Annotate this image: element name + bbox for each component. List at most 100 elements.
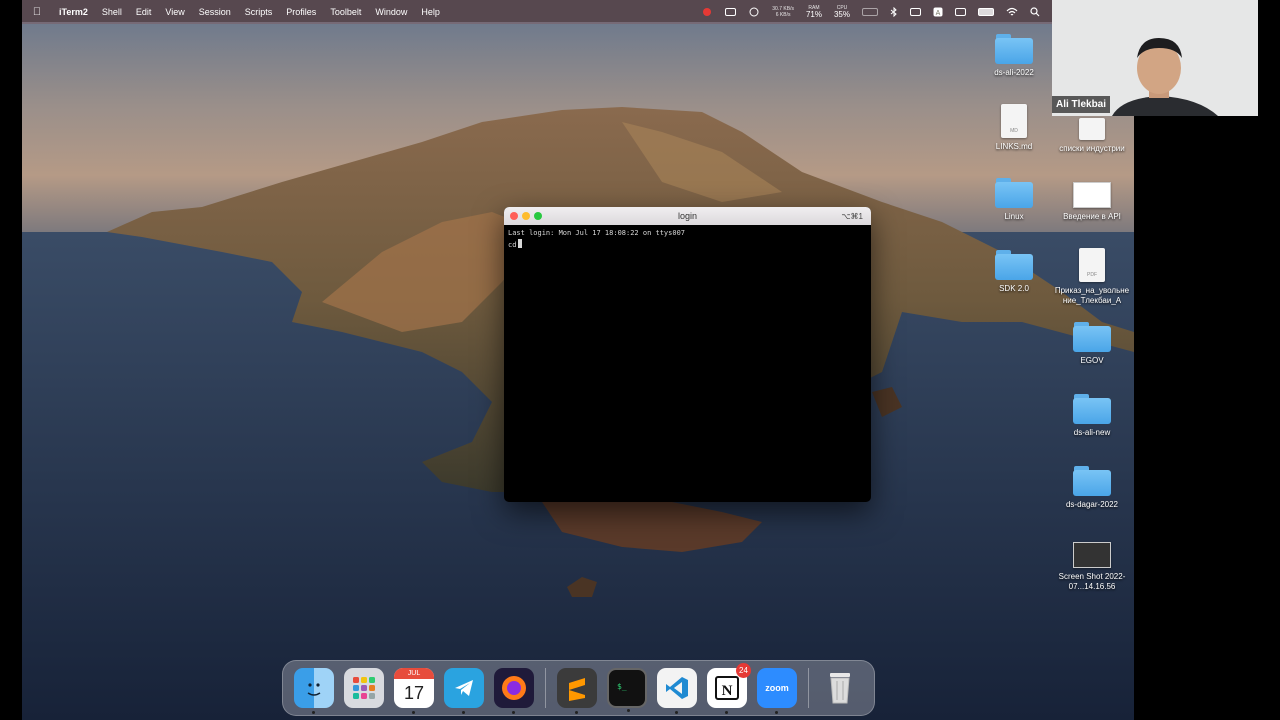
network-monitor[interactable]: 30.7 KB/s 6 KB/s <box>766 6 800 18</box>
zoom-label: zoom <box>765 683 789 693</box>
vscode-icon <box>666 677 688 699</box>
terminal-title: login <box>677 211 697 221</box>
participant-name: Ali Tlekbai <box>1052 96 1111 113</box>
menu-session[interactable]: Session <box>192 7 238 17</box>
desktop-file-vvedenie[interactable]: Введение в API <box>1052 182 1132 222</box>
markdown-file-icon: MD <box>1001 104 1027 138</box>
menu-view[interactable]: View <box>158 7 191 17</box>
close-window-button[interactable] <box>510 212 518 220</box>
dock-vscode[interactable] <box>657 668 697 714</box>
dock-finder[interactable] <box>294 668 334 714</box>
desktop-file-spiski[interactable]: списки индустрии <box>1052 118 1132 154</box>
dock-trash[interactable] <box>820 668 860 708</box>
desktop-folder-ds-ali-2022[interactable]: ds-ali-2022 <box>974 34 1054 78</box>
desktop-folder-ds-ali-new[interactable]: ds-ali-new <box>1052 394 1132 438</box>
notion-icon: N <box>715 676 739 700</box>
minimize-window-button[interactable] <box>522 212 530 220</box>
folder-icon <box>995 178 1033 208</box>
terminal-command-text: cd <box>508 241 517 249</box>
sublime-text-icon <box>569 678 585 701</box>
folder-icon <box>995 250 1033 280</box>
cpu-monitor[interactable]: CPU 35% <box>828 5 856 19</box>
network-down-value: 6 KB/s <box>775 12 791 18</box>
terminal-window[interactable]: login ⌥⌘1 Last login: Mon Jul 17 18:08:2… <box>504 207 871 502</box>
dock-notion[interactable]: N 24 <box>707 663 751 714</box>
dock-telegram[interactable] <box>444 668 484 714</box>
menu-scripts[interactable]: Scripts <box>238 7 280 17</box>
screen-sharing-icon[interactable] <box>904 8 927 16</box>
pdf-file-icon: PDF <box>1079 248 1105 282</box>
desktop-file-screenshot[interactable]: Screen Shot 2022-07...14.16.56 <box>1052 542 1132 592</box>
desktop-folder-linux[interactable]: Linux <box>974 178 1054 222</box>
menu-help[interactable]: Help <box>414 7 447 17</box>
terminal-icon: $_ <box>617 682 627 691</box>
accessibility-status-icon[interactable] <box>742 7 766 17</box>
ram-monitor[interactable]: RAM 71% <box>800 5 828 19</box>
dock: JUL 17 $_ N 24 zoom <box>282 660 875 716</box>
dock-firefox[interactable] <box>494 668 534 714</box>
menu-shell[interactable]: Shell <box>95 7 129 17</box>
apple-menu-icon[interactable]:  <box>22 6 52 18</box>
desktop-file-links-md[interactable]: MD LINKS.md <box>974 104 1054 152</box>
notion-badge: 24 <box>736 663 751 678</box>
bluetooth-icon[interactable] <box>884 7 904 17</box>
document-thumbnail-icon <box>1073 182 1111 208</box>
wifi-icon[interactable] <box>1000 7 1024 17</box>
desktop-folder-ds-dagar[interactable]: ds-dagar-2022 <box>1052 466 1132 510</box>
record-status-icon[interactable] <box>695 7 719 17</box>
menu-edit[interactable]: Edit <box>129 7 159 17</box>
desktop-icon-label: ds-dagar-2022 <box>1065 500 1119 509</box>
launchpad-icon <box>353 677 375 699</box>
ram-label: RAM <box>808 5 820 11</box>
desktop-folder-sdk[interactable]: SDK 2.0 <box>974 250 1054 294</box>
svg-text:$_: $_ <box>617 682 627 691</box>
cpu-value: 35% <box>833 10 850 19</box>
svg-text:N: N <box>722 683 733 699</box>
dock-iterm[interactable]: $_ <box>607 668 647 712</box>
finder-icon <box>307 683 321 696</box>
menu-window[interactable]: Window <box>368 7 414 17</box>
display-icon[interactable] <box>949 8 972 16</box>
calendar-day: 17 <box>403 682 425 703</box>
dock-calendar[interactable]: JUL 17 <box>394 668 434 714</box>
search-icon[interactable] <box>1024 7 1046 17</box>
image-thumbnail-icon <box>1073 542 1111 568</box>
text-input-icon[interactable]: A <box>927 7 949 17</box>
telegram-icon <box>455 680 473 696</box>
desktop-icon-label: ds-ali-new <box>1073 428 1111 437</box>
terminal-content[interactable]: Last login: Mon Jul 17 18:08:22 on ttys0… <box>504 225 871 254</box>
desktop-icon-label: Linux <box>1004 212 1024 221</box>
trash-icon <box>830 673 850 704</box>
menu-app-name[interactable]: iTerm2 <box>52 7 95 17</box>
desktop-file-prikaz[interactable]: PDF Приказ_на_увольнение_Тлекбаи_А <box>1052 248 1132 306</box>
terminal-titlebar[interactable]: login ⌥⌘1 <box>504 207 871 225</box>
firefox-icon <box>502 676 526 700</box>
desktop-folder-egov[interactable]: EGOV <box>1052 322 1132 366</box>
desktop-icon-label: списки индустрии <box>1059 144 1125 153</box>
terminal-cursor <box>518 239 523 248</box>
battery-icon[interactable] <box>972 8 1000 16</box>
document-icon <box>1079 118 1105 140</box>
dock-launchpad[interactable] <box>344 668 384 708</box>
screen:  iTerm2 Shell Edit View Session Scripts… <box>0 0 1280 720</box>
dock-sublime-text[interactable] <box>557 668 597 714</box>
menu-toolbelt[interactable]: Toolbelt <box>323 7 368 17</box>
desktop-icon-label: SDK 2.0 <box>999 284 1029 293</box>
terminal-shortcut: ⌥⌘1 <box>841 211 863 221</box>
zoom-window-button[interactable] <box>534 212 542 220</box>
calendar-month: JUL <box>394 668 434 679</box>
desktop-icon-label: Введение в API <box>1063 212 1121 221</box>
folder-icon <box>995 34 1033 64</box>
participant-video[interactable]: Ali Tlekbai <box>1052 0 1258 116</box>
desktop-icon-label: Приказ_на_увольнение_Тлекбаи_А <box>1054 286 1130 305</box>
desktop-icon-label: EGOV <box>1080 356 1104 365</box>
keyboard-status-icon[interactable] <box>719 8 742 16</box>
ram-value: 71% <box>805 10 822 19</box>
folder-icon <box>1073 394 1111 424</box>
menu-profiles[interactable]: Profiles <box>279 7 323 17</box>
dock-zoom[interactable]: zoom <box>757 668 797 714</box>
desktop-icon-label: LINKS.md <box>995 142 1033 151</box>
terminal-command-line: cd <box>508 239 867 251</box>
cpu-label: CPU <box>836 5 848 11</box>
graph-status-icon[interactable] <box>856 8 884 16</box>
